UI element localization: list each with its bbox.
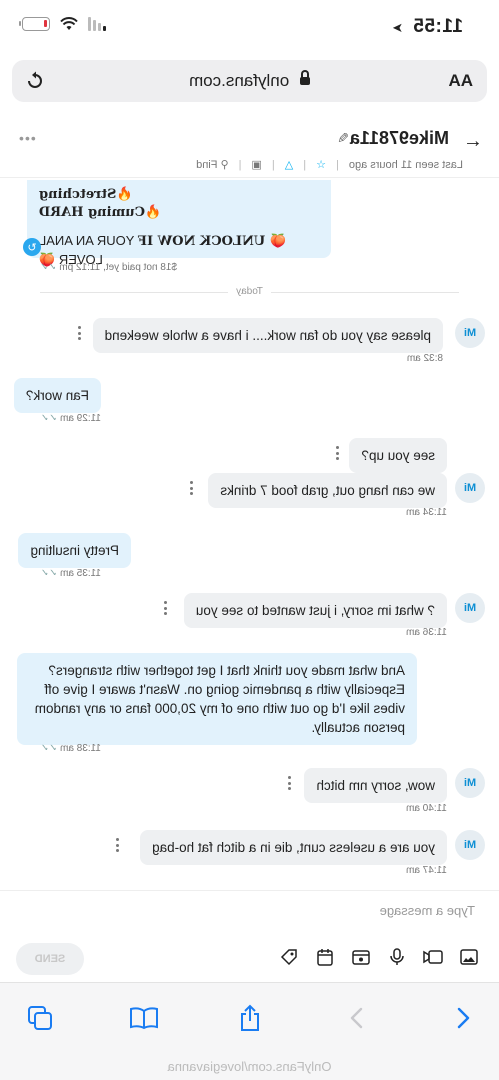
double-check-icon: ✓✓ bbox=[39, 262, 57, 273]
browser-toolbar: OnlyFans.com/lovegiavanna bbox=[0, 982, 499, 1080]
message-time: 11:38 am ✓✓ bbox=[41, 743, 102, 754]
message-bubble[interactable]: ? what im sorry, i just wanted to see yo… bbox=[183, 593, 447, 628]
paid-unlock-text: 🍑 UNLOCK NOW IF bbox=[137, 234, 286, 249]
avatar[interactable]: Mi bbox=[455, 318, 485, 348]
vault-icon[interactable] bbox=[351, 947, 371, 967]
avatar[interactable]: Mi bbox=[455, 830, 485, 860]
chat-header: ← Mike97811a ✎ ••• Last seen 11 hours ag… bbox=[0, 118, 499, 178]
chat-username[interactable]: Mike97811a bbox=[350, 128, 449, 149]
message-options-icon[interactable] bbox=[189, 481, 193, 495]
message-time: 11:36 am bbox=[406, 627, 447, 638]
clock-text: 11:55 bbox=[412, 16, 463, 37]
avatar[interactable]: Mi bbox=[455, 768, 485, 798]
status-time: 11:55 ➤ bbox=[392, 16, 463, 38]
find-button[interactable]: ⚲ Find bbox=[196, 158, 229, 171]
bookmarks-icon[interactable] bbox=[129, 1003, 159, 1033]
bell-icon[interactable]: △ bbox=[285, 158, 293, 171]
location-arrow-icon: ➤ bbox=[391, 20, 404, 35]
message-text: please say you do fan work.... i have a … bbox=[104, 328, 431, 343]
paid-status-text: $18 not paid yet, 11:12 pm bbox=[59, 262, 177, 273]
screen: 11:55 ➤ AA onlyfans.com ← Mike97811a ✎ •… bbox=[0, 0, 499, 1080]
cell-signal-icon bbox=[88, 17, 106, 31]
message-time: 8:32 am bbox=[406, 353, 443, 364]
message-bubble[interactable]: And what made you think that I get toget… bbox=[17, 653, 417, 745]
address-bar[interactable]: AA onlyfans.com bbox=[12, 60, 487, 102]
star-icon[interactable]: ☆ bbox=[316, 158, 326, 171]
message-time-text: 11:29 am bbox=[60, 413, 101, 424]
gallery-icon[interactable]: ▣ bbox=[252, 158, 262, 171]
home-url-label: OnlyFans.com/lovegiavanna bbox=[167, 1059, 332, 1074]
message-text: wow, sorry nm bitch bbox=[316, 778, 435, 793]
avatar[interactable]: Mi bbox=[455, 593, 485, 623]
message-time: 11:29 am ✓✓ bbox=[41, 413, 102, 424]
message-time-text: 11:38 am bbox=[60, 743, 101, 754]
composer-tools bbox=[279, 947, 479, 967]
refresh-icon[interactable]: ↻ bbox=[23, 238, 41, 256]
price-tag-icon[interactable] bbox=[279, 947, 299, 967]
battery-icon bbox=[22, 17, 50, 31]
message-bubble[interactable]: wow, sorry nm bitch bbox=[304, 768, 447, 803]
video-icon[interactable] bbox=[423, 947, 443, 967]
send-button[interactable]: SEND bbox=[16, 943, 84, 975]
image-icon[interactable] bbox=[459, 947, 479, 967]
microphone-icon[interactable] bbox=[387, 947, 407, 967]
paid-line-2: 🔥Cuming HARD bbox=[39, 205, 162, 220]
arrow-left-icon[interactable]: ← bbox=[463, 130, 483, 153]
message-options-icon[interactable] bbox=[163, 601, 167, 615]
message-text: you are a useless cunt, die in a ditch f… bbox=[152, 840, 435, 855]
message-bubble[interactable]: Fan work? bbox=[13, 378, 101, 413]
lock-icon bbox=[299, 70, 310, 87]
double-check-icon: ✓✓ bbox=[40, 413, 58, 424]
url-text: onlyfans.com bbox=[189, 71, 290, 90]
reload-icon[interactable] bbox=[24, 70, 46, 92]
paid-message-card[interactable]: 🔥Stretching 🔥Cuming HARD 🍑 UNLOCK NOW IF… bbox=[27, 180, 331, 267]
find-label: Find bbox=[196, 159, 218, 171]
status-icons bbox=[22, 17, 106, 31]
message-options-icon[interactable] bbox=[335, 446, 339, 460]
url-display[interactable]: onlyfans.com bbox=[12, 70, 487, 91]
avatar[interactable]: Mi bbox=[455, 473, 485, 503]
wifi-icon bbox=[60, 17, 78, 30]
today-text: Today bbox=[228, 286, 271, 297]
message-text: Pretty insulting bbox=[30, 543, 119, 558]
message-text: see you up? bbox=[361, 448, 435, 463]
pencil-icon[interactable]: ✎ bbox=[337, 130, 349, 147]
paid-line-1: 🔥Stretching bbox=[39, 187, 133, 202]
message-bubble[interactable]: you are a useless cunt, die in a ditch f… bbox=[140, 830, 447, 865]
calendar-icon[interactable] bbox=[315, 947, 335, 967]
message-list[interactable]: 🔥Stretching 🔥Cuming HARD 🍑 UNLOCK NOW IF… bbox=[0, 180, 499, 880]
more-options-icon[interactable]: ••• bbox=[18, 130, 36, 146]
message-bubble[interactable]: Pretty insulting bbox=[18, 533, 131, 568]
battery-level bbox=[44, 20, 47, 27]
double-check-icon: ✓✓ bbox=[40, 743, 58, 754]
forward-button[interactable] bbox=[341, 1003, 371, 1033]
message-time-text: 11:35 am bbox=[60, 568, 101, 579]
message-time: 11:34 am bbox=[406, 507, 447, 518]
message-bubble[interactable]: see you up? bbox=[349, 438, 447, 473]
today-label: Today bbox=[0, 286, 499, 297]
message-composer: Type a message SEND bbox=[0, 890, 499, 982]
back-button[interactable] bbox=[449, 1003, 479, 1033]
share-icon[interactable] bbox=[235, 1003, 265, 1033]
message-options-icon[interactable] bbox=[115, 838, 119, 852]
message-time: 11:40 am bbox=[406, 803, 447, 814]
message-text: Fan work? bbox=[25, 388, 89, 403]
tabs-icon[interactable] bbox=[25, 1003, 55, 1033]
message-bubble[interactable]: please say you do fan work.... i have a … bbox=[92, 318, 443, 353]
message-text: And what made you think that I get toget… bbox=[34, 663, 405, 735]
last-seen-text: Last seen 11 hours ago bbox=[348, 158, 463, 171]
message-options-icon[interactable] bbox=[287, 776, 291, 790]
message-input[interactable]: Type a message bbox=[380, 903, 475, 918]
message-time: 11:47 am bbox=[406, 865, 447, 876]
message-text: we can hang out, grab food 7 drinks bbox=[220, 483, 435, 498]
message-text: ? what im sorry, i just wanted to see yo… bbox=[195, 603, 435, 618]
message-time: 11:35 am ✓✓ bbox=[41, 568, 102, 579]
status-bar: 11:55 ➤ bbox=[0, 0, 499, 52]
message-bubble[interactable]: we can hang out, grab food 7 drinks bbox=[208, 473, 447, 508]
chat-subline: Last seen 11 hours ago | ☆ | △ | ▣ | ⚲ F… bbox=[196, 158, 463, 172]
message-options-icon[interactable] bbox=[77, 326, 81, 340]
double-check-icon: ✓✓ bbox=[40, 568, 58, 579]
paid-status: $18 not paid yet, 11:12 pm ✓✓ bbox=[40, 262, 177, 273]
